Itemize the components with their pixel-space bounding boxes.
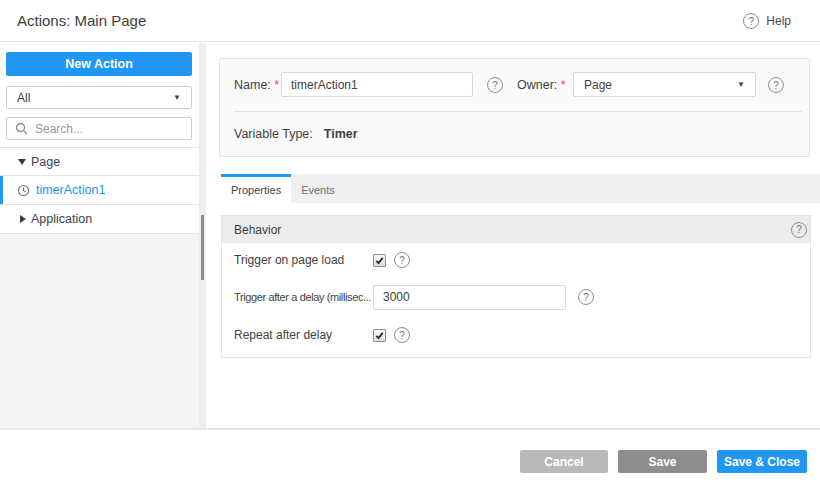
tab-properties[interactable]: Properties	[221, 174, 291, 203]
behavior-row-repeat: Repeat after delay ?	[234, 322, 800, 348]
tree-item-label: Application	[31, 212, 92, 226]
tree-item-label: timerAction1	[36, 183, 105, 197]
filter-value: All	[17, 91, 30, 105]
tree-item-label: Page	[31, 155, 60, 169]
name-label: Name: *	[234, 72, 279, 98]
chevron-down-icon: ▼	[173, 93, 181, 102]
save-button[interactable]: Save	[618, 450, 707, 473]
behavior-title: Behavior	[234, 223, 281, 237]
behavior-header: Behavior ?	[222, 216, 810, 243]
collapse-icon	[18, 159, 26, 165]
name-help-icon[interactable]: ?	[487, 77, 503, 93]
delay-input[interactable]	[373, 285, 566, 310]
selected-indicator	[0, 176, 3, 204]
footer: Cancel Save Save & Close	[0, 430, 820, 489]
expand-icon	[20, 215, 26, 223]
behavior-row-trigger-on-load: Trigger on page load ?	[234, 247, 800, 273]
variable-type-label: Variable Type:	[234, 127, 313, 141]
form-row-name-owner: Name: * ? Owner: * Page ▼ ?	[220, 72, 809, 98]
required-asterisk: *	[561, 78, 566, 92]
cancel-button[interactable]: Cancel	[520, 450, 608, 473]
action-form: Name: * ? Owner: * Page ▼ ? Variable Typ…	[219, 58, 810, 157]
actions-tree: Page timerAction1 Application	[0, 147, 199, 234]
main-panel: Name: * ? Owner: * Page ▼ ? Variable Typ…	[206, 43, 820, 428]
tab-events[interactable]: Events	[291, 174, 345, 203]
new-action-button[interactable]: New Action	[6, 52, 192, 76]
behavior-row-delay: Trigger after a delay (millisec... ?	[234, 284, 800, 310]
sidebar-scrollbar[interactable]	[199, 43, 206, 428]
delay-help-icon[interactable]: ?	[578, 289, 594, 305]
owner-value: Page	[584, 78, 612, 92]
sidebar-background	[0, 234, 199, 428]
help-label: Help	[766, 14, 791, 28]
help-button[interactable]: ? Help	[743, 0, 791, 42]
tree-item-timeraction1[interactable]: timerAction1	[0, 176, 199, 205]
help-icon: ?	[743, 13, 759, 29]
form-divider	[234, 111, 802, 112]
save-close-button[interactable]: Save & Close	[717, 450, 807, 473]
required-asterisk: *	[274, 78, 279, 92]
page-title: Actions: Main Page	[17, 0, 146, 42]
repeat-after-delay-checkbox[interactable]	[373, 329, 386, 342]
owner-select[interactable]: Page ▼	[573, 72, 756, 97]
owner-help-icon[interactable]: ?	[768, 77, 784, 93]
sidebar: New Action All ▼ Page timerAction1	[0, 43, 199, 428]
owner-label: Owner: *	[517, 72, 566, 98]
timer-icon	[17, 184, 30, 197]
behavior-section: Behavior ? Trigger on page load ? Trigge…	[221, 215, 811, 358]
chevron-down-icon: ▼	[737, 80, 745, 89]
search-icon	[15, 121, 28, 139]
variable-type-value: Timer	[324, 127, 358, 141]
search-input[interactable]	[6, 117, 192, 140]
scrollbar-thumb[interactable]	[201, 215, 204, 280]
search-box	[6, 117, 192, 140]
variable-type-row: Variable Type: Timer	[234, 127, 358, 141]
trigger-on-load-checkbox[interactable]	[373, 254, 386, 267]
repeat-help-icon[interactable]: ?	[394, 327, 410, 343]
filter-select[interactable]: All ▼	[6, 86, 192, 109]
tree-item-application[interactable]: Application	[0, 205, 199, 234]
tree-item-page[interactable]: Page	[0, 147, 199, 176]
actions-dialog: Actions: Main Page ? Help New Action All…	[0, 0, 820, 489]
dialog-header: Actions: Main Page ? Help	[0, 0, 820, 42]
tab-bar: Properties Events	[221, 174, 820, 203]
name-input[interactable]	[281, 72, 473, 97]
behavior-help-icon[interactable]: ?	[791, 222, 807, 238]
trigger-on-load-help-icon[interactable]: ?	[394, 252, 410, 268]
